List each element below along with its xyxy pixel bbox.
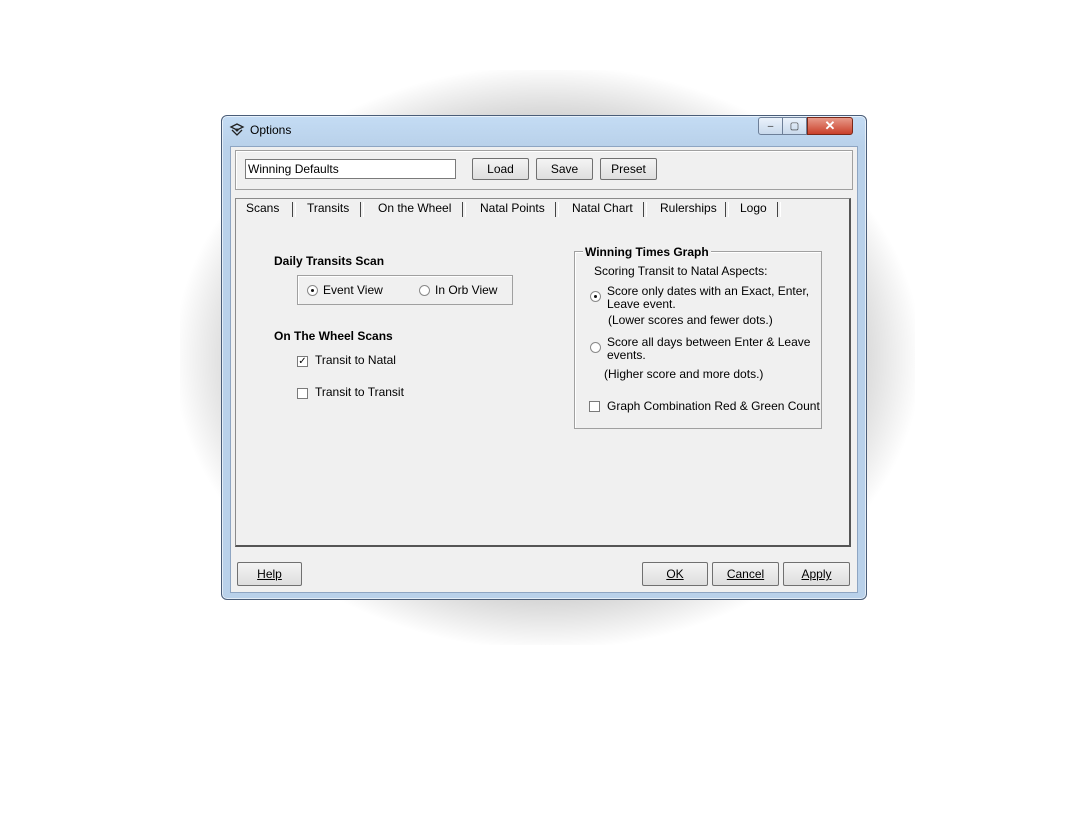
save-button[interactable]: Save xyxy=(536,158,593,180)
dialog-client-area: Winning Defaults Load Save Preset Daily … xyxy=(230,146,858,593)
tab-separator xyxy=(555,202,559,217)
graph-combo-checkbox[interactable] xyxy=(589,401,600,412)
help-button-label: Help xyxy=(257,567,282,581)
maximize-icon: ▢ xyxy=(789,120,800,132)
score-all-line1[interactable]: Score all days between Enter & Leave xyxy=(607,335,810,349)
preset-button[interactable]: Preset xyxy=(600,158,657,180)
scoring-subtitle: Scoring Transit to Natal Aspects: xyxy=(594,264,768,278)
tab-separator xyxy=(777,202,781,217)
cancel-button[interactable]: Cancel xyxy=(712,562,779,586)
view-mode-group: Event View In Orb View xyxy=(297,275,513,305)
event-view-radio[interactable] xyxy=(307,285,318,296)
winning-times-heading: Winning Times Graph xyxy=(583,245,711,259)
tab-separator xyxy=(462,202,466,217)
orb-view-label[interactable]: In Orb View xyxy=(435,283,497,297)
profile-name-input[interactable]: Winning Defaults xyxy=(245,159,456,179)
tab-separator xyxy=(292,202,296,217)
load-button[interactable]: Load xyxy=(472,158,529,180)
ok-button-label: OK xyxy=(666,567,684,581)
event-view-label[interactable]: Event View xyxy=(323,283,383,297)
transit-natal-label[interactable]: Transit to Natal xyxy=(315,353,396,367)
ok-button[interactable]: OK xyxy=(642,562,708,586)
transit-natal-checkbox[interactable]: ✓ xyxy=(297,356,308,367)
help-button[interactable]: Help xyxy=(237,562,302,586)
tab-separator xyxy=(643,202,647,217)
tab-scans[interactable]: Scans xyxy=(246,201,279,219)
dialog-footer: Help OK Cancel Apply xyxy=(231,550,857,592)
score-exact-line2[interactable]: Leave event. xyxy=(607,297,676,311)
winning-times-group: Winning Times Graph Scoring Transit to N… xyxy=(574,245,822,429)
tab-separator xyxy=(725,202,729,217)
tab-logo[interactable]: Logo xyxy=(740,201,767,219)
orb-view-radio[interactable] xyxy=(419,285,430,296)
wheel-scans-heading: On The Wheel Scans xyxy=(274,329,393,343)
score-exact-radio[interactable] xyxy=(590,291,601,302)
daily-transits-heading: Daily Transits Scan xyxy=(274,254,385,268)
cancel-button-label: Cancel xyxy=(726,567,765,581)
transit-transit-label[interactable]: Transit to Transit xyxy=(315,385,404,399)
minimize-button[interactable]: ‒ xyxy=(758,117,783,135)
maximize-button[interactable]: ▢ xyxy=(782,117,807,135)
minimize-icon: ‒ xyxy=(767,120,774,132)
score-all-line2[interactable]: events. xyxy=(607,348,646,362)
score-exact-note: (Lower scores and fewer dots.) xyxy=(608,313,773,327)
apply-button[interactable]: Apply xyxy=(783,562,850,586)
window-title: Options xyxy=(250,123,292,137)
tab-panel-scans: Daily Transits Scan Event View In Orb Vi… xyxy=(235,198,851,547)
tab-separator xyxy=(360,202,364,217)
score-all-radio[interactable] xyxy=(590,342,601,353)
score-all-note: (Higher score and more dots.) xyxy=(604,367,764,381)
options-window: Options ‒ ▢ ✕ Winning Defaults Load Save… xyxy=(221,115,867,600)
tab-rulerships[interactable]: Rulerships xyxy=(660,201,717,219)
title-bar[interactable]: Options ‒ ▢ ✕ xyxy=(222,116,866,144)
graph-combo-label[interactable]: Graph Combination Red & Green Count xyxy=(607,399,820,413)
profile-group: Winning Defaults Load Save Preset xyxy=(235,150,853,190)
close-icon: ✕ xyxy=(824,118,836,133)
close-button[interactable]: ✕ xyxy=(807,117,853,135)
tab-natal-chart[interactable]: Natal Chart xyxy=(572,201,633,219)
app-icon xyxy=(229,123,245,136)
apply-button-label: Apply xyxy=(801,567,832,581)
tab-natal-points[interactable]: Natal Points xyxy=(480,201,545,219)
tab-transits[interactable]: Transits xyxy=(307,201,349,219)
tab-on-the-wheel[interactable]: On the Wheel xyxy=(378,201,451,219)
score-exact-line1[interactable]: Score only dates with an Exact, Enter, xyxy=(607,284,809,298)
transit-transit-checkbox[interactable] xyxy=(297,388,308,399)
